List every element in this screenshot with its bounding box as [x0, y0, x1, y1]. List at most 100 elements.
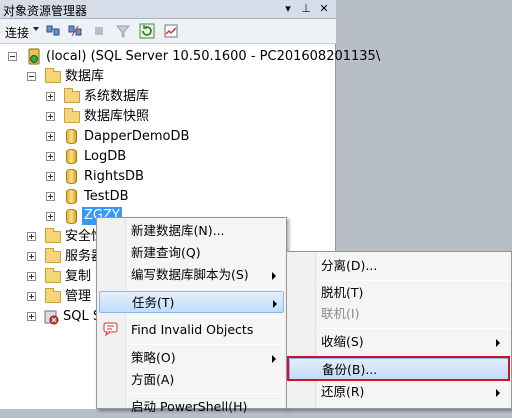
- menu-item-start-powershell[interactable]: 启动 PowerShell(H): [99, 396, 284, 418]
- expand-toggle[interactable]: [46, 132, 55, 141]
- tree-item-label: DapperDemoDB: [84, 129, 190, 144]
- expand-toggle[interactable]: [46, 192, 55, 201]
- activity-icon[interactable]: [163, 23, 179, 39]
- connect-button[interactable]: 连接: [5, 24, 29, 41]
- menu-item-find-invalid-objects[interactable]: Find Invalid Objects: [99, 319, 284, 341]
- tree-item-label: 数据库快照: [84, 109, 150, 124]
- expand-toggle[interactable]: [27, 272, 36, 281]
- database-context-menu: 新建数据库(N)... 新建查询(Q) 编写数据库脚本为(S) 任务(T) Fi…: [96, 217, 287, 414]
- close-button[interactable]: ✕: [316, 1, 332, 17]
- folder-icon: [64, 108, 80, 123]
- menu-item-label: 新建数据库(N)...: [131, 223, 225, 238]
- server-node[interactable]: (local) (SQL Server 10.50.1600 - PC20160…: [8, 47, 380, 66]
- submenu-arrow-icon: [496, 389, 500, 397]
- database-icon: [66, 169, 77, 184]
- databases-folder[interactable]: 数据库: [27, 67, 227, 86]
- folder-icon: [45, 248, 61, 263]
- pin-button[interactable]: ⊥: [298, 1, 314, 17]
- menu-item-facets[interactable]: 方面(A): [99, 369, 284, 391]
- filter-icon: [115, 25, 131, 38]
- disconnect-icon[interactable]: [67, 23, 83, 39]
- panel-title: 对象资源管理器: [3, 4, 88, 18]
- expand-toggle[interactable]: [27, 292, 36, 301]
- menu-item-policies[interactable]: 策略(O): [99, 347, 284, 369]
- tree-item[interactable]: RightsDB: [46, 167, 246, 186]
- expand-toggle[interactable]: [46, 152, 55, 161]
- menu-item-label: 启动 PowerShell(H): [131, 399, 248, 414]
- menu-item-tasks[interactable]: 任务(T): [99, 291, 284, 313]
- folder-icon: [45, 228, 61, 243]
- expand-toggle[interactable]: [27, 232, 36, 241]
- panel-title-bar: 对象资源管理器 ▾ ⊥ ✕: [0, 0, 336, 19]
- backup-annotation-outline: [287, 356, 510, 381]
- menu-item-label: 新建查询(Q): [131, 245, 201, 260]
- database-icon: [66, 129, 77, 144]
- menu-item-shrink[interactable]: 收缩(S): [289, 331, 509, 353]
- menu-item-restore[interactable]: 还原(R): [289, 381, 509, 403]
- tree-item-label: RightsDB: [84, 169, 144, 184]
- folder-icon: [45, 288, 61, 303]
- collapse-toggle[interactable]: [8, 52, 17, 61]
- submenu-arrow-icon: [273, 300, 277, 308]
- tree-item[interactable]: 数据库快照: [46, 107, 246, 126]
- folder-icon: [45, 68, 61, 83]
- window-position-button[interactable]: ▾: [280, 1, 296, 17]
- connect-icon[interactable]: [45, 23, 61, 39]
- tree-item-label: TestDB: [84, 189, 129, 204]
- explorer-toolbar: 连接: [0, 19, 336, 44]
- tree-folder[interactable]: 管理: [27, 287, 107, 306]
- menu-item-label: 任务(T): [132, 295, 175, 310]
- menu-item-new-database[interactable]: 新建数据库(N)...: [99, 220, 284, 242]
- menu-item-label: 联机(I): [321, 306, 360, 321]
- expand-toggle[interactable]: [46, 212, 55, 221]
- folder-icon: [64, 88, 80, 103]
- menu-item-label: 还原(R): [321, 384, 365, 399]
- menu-item-take-offline[interactable]: 脱机(T): [289, 282, 509, 304]
- tree-folder[interactable]: 复制: [27, 267, 107, 286]
- tree-item-label: LogDB: [84, 149, 127, 164]
- tasks-submenu: 分离(D)... 脱机(T) 联机(I) 收缩(S) 备份(B)... 还原(R…: [286, 251, 512, 409]
- menu-separator: [319, 280, 509, 281]
- menu-item-new-query[interactable]: 新建查询(Q): [99, 242, 284, 264]
- tree-folder-label: 复制: [65, 269, 92, 284]
- database-icon: [66, 189, 77, 204]
- tree-item[interactable]: 系统数据库: [46, 87, 246, 106]
- database-icon: [66, 149, 77, 164]
- menu-item-bring-online: 联机(I): [289, 303, 509, 325]
- refresh-icon[interactable]: [139, 23, 155, 39]
- menu-separator: [129, 289, 284, 290]
- menu-separator: [319, 328, 509, 329]
- tree-folder-label: 管理: [65, 289, 92, 304]
- menu-item-detach[interactable]: 分离(D)...: [289, 255, 509, 277]
- tree-folder[interactable]: 安全性: [27, 227, 107, 246]
- server-label: (local) (SQL Server 10.50.1600 - PC20160…: [46, 49, 381, 64]
- server-icon: [28, 48, 40, 65]
- expand-toggle[interactable]: [46, 172, 55, 181]
- databases-label: 数据库: [65, 69, 105, 84]
- menu-item-label: 收缩(S): [321, 334, 364, 349]
- menu-separator: [129, 344, 284, 345]
- database-icon: [66, 209, 77, 224]
- submenu-arrow-icon: [496, 339, 500, 347]
- expand-toggle[interactable]: [27, 312, 36, 321]
- connect-dropdown-caret[interactable]: [33, 27, 39, 31]
- menu-item-script-database[interactable]: 编写数据库脚本为(S): [99, 264, 284, 286]
- tree-item-label: 系统数据库: [84, 89, 150, 104]
- tree-item[interactable]: DapperDemoDB: [46, 127, 246, 146]
- tree-item[interactable]: TestDB: [46, 187, 246, 206]
- sql-agent-node[interactable]: SQL S: [27, 307, 107, 326]
- expand-toggle[interactable]: [46, 92, 55, 101]
- menu-item-label: 脱机(T): [321, 285, 364, 300]
- menu-item-label: 编写数据库脚本为(S): [131, 267, 249, 282]
- menu-separator: [129, 393, 284, 394]
- folder-icon: [45, 268, 61, 283]
- tree-folder[interactable]: 服务器: [27, 247, 107, 266]
- menu-item-label: 策略(O): [131, 350, 176, 365]
- expand-toggle[interactable]: [46, 112, 55, 121]
- menu-item-label: 分离(D)...: [321, 258, 378, 273]
- submenu-arrow-icon: [272, 355, 276, 363]
- expand-toggle[interactable]: [27, 252, 36, 261]
- menu-item-label: Find Invalid Objects: [131, 322, 254, 337]
- tree-item[interactable]: LogDB: [46, 147, 246, 166]
- collapse-toggle[interactable]: [27, 72, 36, 81]
